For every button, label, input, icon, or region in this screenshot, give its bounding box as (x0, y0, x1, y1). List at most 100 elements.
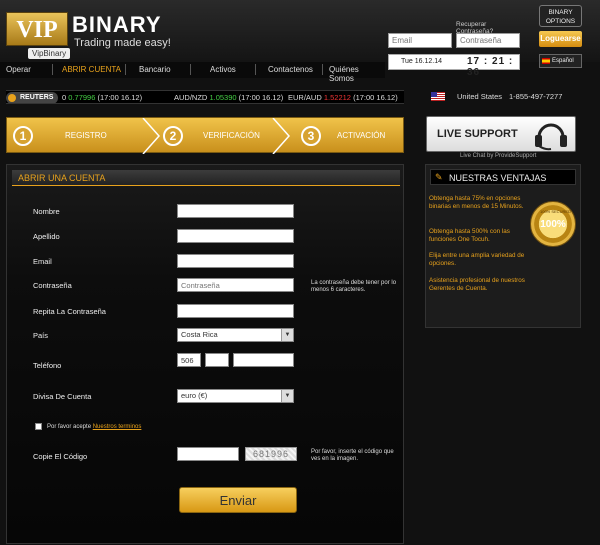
phone-area-input[interactable] (205, 353, 229, 367)
chevron-down-icon: ▼ (281, 329, 293, 341)
ticker-prefix: 0 (62, 93, 67, 102)
label-repeat-password: Repita La Contraseña (33, 307, 106, 316)
reuters-logo-icon (8, 94, 16, 102)
ticker-time: (17:00 16.12) (353, 93, 398, 102)
login-password-input[interactable] (456, 33, 520, 48)
label-password: Contraseña (33, 281, 72, 290)
secured-badge-icon: 100% (530, 201, 576, 247)
advantage-item: Obtenga hasta 500% con las funciones One… (429, 228, 510, 243)
nombre-input[interactable] (177, 204, 294, 218)
form-title: ABRIR UNA CUENTA (18, 173, 106, 183)
terms-link[interactable]: Nuestros terminos (93, 424, 142, 430)
language-select[interactable]: Español (539, 54, 582, 68)
contact-phone[interactable]: 1-855-497-7277 (509, 92, 562, 101)
reuters-label: REUTERS (20, 94, 54, 101)
ticker-value: 1.52212 (323, 93, 351, 102)
step-label-activacion: ACTIVACIÓN (337, 131, 386, 140)
label-apellido: Apellido (33, 232, 60, 241)
ticker-item: EUR/AUD 1.52212 (17:00 16.12) (288, 93, 398, 102)
live-support-button[interactable]: LIVE SUPPORT (426, 116, 576, 152)
ticker-value: 1.05390 (209, 93, 237, 102)
password-input[interactable] (177, 278, 294, 292)
advantage-item: Elija entre una amplia variedad de opcio… (429, 252, 525, 267)
password-note: La contraseña debe tener por lo menos 6 … (311, 280, 397, 293)
terms-text: Por favor acepte Nuestros terminos (47, 424, 141, 430)
ticker-time: (17:00 16.12) (238, 93, 284, 102)
phone-code-input[interactable] (177, 353, 201, 367)
main-nav: Operar ABRIR CUENTA Bancario Activos Con… (0, 62, 385, 83)
step-number: 1 (13, 126, 33, 146)
reuters-ticker: REUTERS 0 0.77996 (17:00 16.12) AUD/NZD … (6, 90, 404, 104)
step-label-verificacion: VERIFICACIÓN (203, 131, 260, 140)
binary-options-button[interactable]: BINARY OPTIONS (539, 5, 582, 27)
nav-separator (125, 64, 126, 75)
live-support-label: LIVE SUPPORT (437, 128, 518, 140)
label-nombre: Nombre (33, 207, 60, 216)
currency-select[interactable]: euro (€) ▼ (177, 389, 294, 403)
label-email: Email (33, 257, 52, 266)
terms-prefix: Por favor acepte (47, 424, 92, 430)
label-codigo: Copie El Código (33, 452, 88, 461)
advantages-title: NUESTRAS VENTAJAS (449, 173, 547, 183)
chevron-down-icon: ▼ (281, 390, 293, 402)
advantage-item: Obtenga hasta 75% en opciones binarias e… (429, 195, 524, 210)
us-flag-icon (431, 92, 445, 101)
contact-row: United States 1-855-497-7277 (425, 90, 591, 104)
email-input[interactable] (177, 254, 294, 268)
phone-number-input[interactable] (233, 353, 294, 367)
advantages-panel: ✎ NUESTRAS VENTAJAS Obtenga hasta 75% en… (425, 164, 581, 328)
ticker-pair: EUR/AUD (288, 93, 322, 102)
ticker-item: AUD/NZD 1.05390 (17:00 16.12) (174, 93, 283, 102)
step-number: 3 (301, 126, 321, 146)
apellido-input[interactable] (177, 229, 294, 243)
nav-separator (255, 64, 256, 75)
nav-item-operar[interactable]: Operar (6, 65, 31, 74)
form-header: ABRIR UNA CUENTA (12, 170, 400, 186)
step-arrow-icon (142, 118, 161, 154)
ticker-item: 0 0.77996 (17:00 16.12) (62, 93, 142, 102)
label-telefono: Teléfono (33, 361, 62, 370)
logo-tagline: Trading made easy! (74, 37, 171, 49)
country-select[interactable]: Costa Rica ▼ (177, 328, 294, 342)
captcha-input[interactable] (177, 447, 239, 461)
nav-separator (52, 64, 53, 75)
livechat-credit[interactable]: Live Chat by ProvideSupport (460, 153, 536, 159)
nav-separator (322, 64, 323, 75)
ticker-pair: AUD/NZD (174, 93, 208, 102)
time-text: 17 : 21 : 36 (467, 56, 514, 78)
login-email-input[interactable] (388, 33, 452, 48)
register-form-panel: ABRIR UNA CUENTA Nombre Apellido Email C… (6, 164, 404, 544)
spain-flag-icon (542, 58, 550, 64)
advantages-header: ✎ NUESTRAS VENTAJAS (430, 169, 576, 185)
captcha-note: Por favor, inserte el código que ves en … (311, 449, 394, 462)
nav-item-activos[interactable]: Activos (210, 65, 236, 74)
ticker-value: 0.77996 (68, 93, 96, 102)
advantage-item: Asistencia profesional de nuestros Geren… (429, 277, 525, 292)
currency-value: euro (€) (181, 391, 208, 400)
label-divisa: Divisa De Cuenta (33, 392, 92, 401)
nav-item-abrir-cuenta[interactable]: ABRIR CUENTA (62, 65, 121, 74)
repeat-password-input[interactable] (177, 304, 294, 318)
nav-item-bancario[interactable]: Bancario (139, 65, 171, 74)
logo-sub-badge: VipBinary (28, 48, 71, 59)
step-arrow-icon (272, 118, 291, 154)
reuters-badge: REUTERS (6, 92, 58, 103)
logo-binary[interactable]: BINARY (72, 12, 162, 38)
registration-steps: 1 REGISTRO 2 VERIFICACIÓN 3 ACTIVACIÓN (6, 117, 404, 154)
date-text: Tue 16.12.14 (401, 58, 442, 65)
submit-button[interactable]: Enviar (179, 487, 297, 513)
contact-country: United States (457, 92, 503, 101)
terms-checkbox[interactable] (35, 423, 42, 430)
login-button[interactable]: Loguearse (539, 31, 582, 47)
nav-item-contactenos[interactable]: Contactenos (268, 65, 313, 74)
step-number: 2 (163, 126, 183, 146)
step-label-registro: REGISTRO (65, 131, 107, 140)
headset-icon (535, 123, 567, 151)
country-value: Costa Rica (181, 330, 218, 339)
logo-vip[interactable]: VIP (6, 12, 68, 46)
nav-separator (190, 64, 191, 75)
nav-item-quienes-somos[interactable]: Quiénes Somos (329, 65, 385, 83)
pushpin-icon: ✎ (435, 172, 443, 182)
ticker-time: (17:00 16.12) (97, 93, 143, 102)
secured-badge-text: 100% SECURED (540, 209, 571, 214)
